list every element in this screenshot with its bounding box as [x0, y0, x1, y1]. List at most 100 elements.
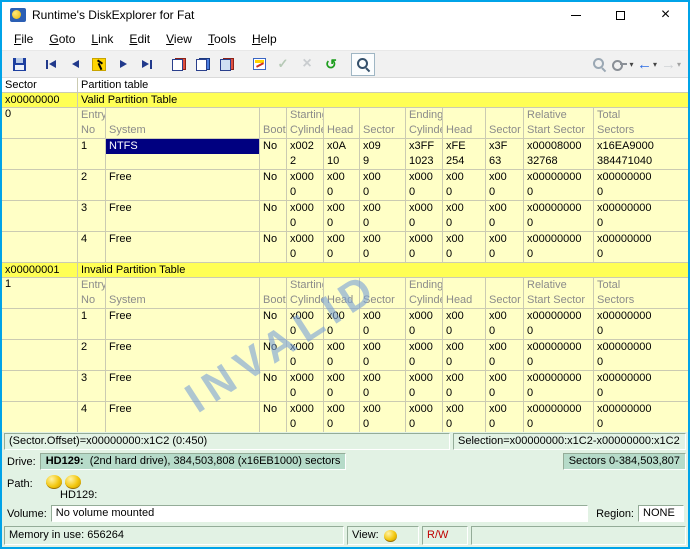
- copy-button[interactable]: [167, 53, 191, 76]
- end-cylinder-cell[interactable]: x0000: [406, 170, 443, 201]
- relative-start-sector-cell[interactable]: x0000800032768: [524, 139, 594, 170]
- system-cell[interactable]: Free: [106, 232, 260, 263]
- boot-cell[interactable]: No: [260, 232, 287, 263]
- save-button[interactable]: [7, 53, 31, 76]
- system-cell[interactable]: Free: [106, 201, 260, 232]
- dropdown-icon[interactable]: [629, 58, 633, 70]
- end-cylinder-cell[interactable]: x0000: [406, 402, 443, 432]
- section-sector-address[interactable]: x00000000: [2, 93, 78, 108]
- undo-button[interactable]: [319, 53, 343, 76]
- total-sectors-cell[interactable]: x000000000: [594, 371, 688, 402]
- key-button[interactable]: [611, 53, 635, 76]
- total-sectors-cell[interactable]: x000000000: [594, 170, 688, 201]
- entry-no-cell[interactable]: 2: [78, 340, 106, 371]
- end-sector-cell[interactable]: x000: [486, 201, 524, 232]
- prev-sector-button[interactable]: [63, 53, 87, 76]
- entry-no-cell[interactable]: 3: [78, 371, 106, 402]
- total-sectors-cell[interactable]: x000000000: [594, 340, 688, 371]
- end-sector-cell[interactable]: x000: [486, 402, 524, 432]
- end-sector-cell[interactable]: x000: [486, 309, 524, 340]
- start-sector-cell[interactable]: x000: [360, 371, 406, 402]
- end-head-cell[interactable]: x000: [443, 340, 486, 371]
- start-sector-cell[interactable]: x000: [360, 201, 406, 232]
- start-head-cell[interactable]: x000: [324, 232, 360, 263]
- write-from-file-button[interactable]: [215, 53, 239, 76]
- entry-no-cell[interactable]: 1: [78, 139, 106, 170]
- relative-start-sector-cell[interactable]: x000000000: [524, 309, 594, 340]
- relative-start-sector-cell[interactable]: x000000000: [524, 170, 594, 201]
- start-sector-cell[interactable]: x000: [360, 309, 406, 340]
- partition-table[interactable]: SectorPartition tablex00000000Valid Part…: [2, 78, 688, 432]
- first-sector-button[interactable]: [39, 53, 63, 76]
- menu-goto[interactable]: Goto: [41, 29, 83, 49]
- section-sector-address[interactable]: x00000001: [2, 263, 78, 278]
- section-title[interactable]: Valid Partition Table: [78, 93, 688, 108]
- start-cylinder-cell[interactable]: x0000: [287, 371, 324, 402]
- system-cell[interactable]: Free: [106, 309, 260, 340]
- end-sector-cell[interactable]: x000: [486, 232, 524, 263]
- total-sectors-cell[interactable]: x000000000: [594, 309, 688, 340]
- relative-start-sector-cell[interactable]: x000000000: [524, 340, 594, 371]
- boot-cell[interactable]: No: [260, 402, 287, 432]
- system-cell[interactable]: Free: [106, 340, 260, 371]
- total-sectors-cell[interactable]: x16EA9000384471040: [594, 139, 688, 170]
- end-head-cell[interactable]: x000: [443, 402, 486, 432]
- start-cylinder-cell[interactable]: x0000: [287, 309, 324, 340]
- relative-start-sector-cell[interactable]: x000000000: [524, 402, 594, 432]
- minimize-button[interactable]: [553, 2, 598, 28]
- menu-help[interactable]: Help: [244, 29, 285, 49]
- start-cylinder-cell[interactable]: x0000: [287, 340, 324, 371]
- close-button[interactable]: [643, 2, 688, 28]
- relative-start-sector-cell[interactable]: x000000000: [524, 371, 594, 402]
- menu-file[interactable]: File: [6, 29, 41, 49]
- start-sector-cell[interactable]: x099: [360, 139, 406, 170]
- start-head-cell[interactable]: x0A10: [324, 139, 360, 170]
- start-head-cell[interactable]: x000: [324, 201, 360, 232]
- boot-cell[interactable]: No: [260, 170, 287, 201]
- drive-icon[interactable]: [65, 475, 81, 489]
- start-head-cell[interactable]: x000: [324, 170, 360, 201]
- end-cylinder-cell[interactable]: x0000: [406, 201, 443, 232]
- menu-link[interactable]: Link: [83, 29, 121, 49]
- start-head-cell[interactable]: x000: [324, 309, 360, 340]
- start-sector-cell[interactable]: x000: [360, 232, 406, 263]
- entry-no-cell[interactable]: 4: [78, 402, 106, 432]
- end-cylinder-cell[interactable]: x0000: [406, 309, 443, 340]
- boot-cell[interactable]: No: [260, 139, 287, 170]
- total-sectors-cell[interactable]: x000000000: [594, 201, 688, 232]
- system-cell[interactable]: Free: [106, 170, 260, 201]
- menu-tools[interactable]: Tools: [200, 29, 244, 49]
- entry-no-cell[interactable]: 4: [78, 232, 106, 263]
- boot-cell[interactable]: No: [260, 201, 287, 232]
- start-cylinder-cell[interactable]: x0022: [287, 139, 324, 170]
- end-sector-cell[interactable]: x000: [486, 170, 524, 201]
- end-sector-cell[interactable]: x3F63: [486, 139, 524, 170]
- total-sectors-cell[interactable]: x000000000: [594, 402, 688, 432]
- drive-icon[interactable]: [46, 475, 62, 489]
- back-button[interactable]: [635, 53, 659, 76]
- boot-cell[interactable]: No: [260, 309, 287, 340]
- end-cylinder-cell[interactable]: x0000: [406, 232, 443, 263]
- copy-to-file-button[interactable]: [191, 53, 215, 76]
- system-cell[interactable]: NTFS: [106, 139, 260, 170]
- start-sector-cell[interactable]: x000: [360, 340, 406, 371]
- menu-edit[interactable]: Edit: [121, 29, 158, 49]
- section-title[interactable]: Invalid Partition Table: [78, 263, 688, 278]
- start-sector-cell[interactable]: x000: [360, 170, 406, 201]
- end-cylinder-cell[interactable]: x0000: [406, 371, 443, 402]
- preview-button[interactable]: [351, 53, 375, 76]
- system-cell[interactable]: Free: [106, 402, 260, 432]
- relative-start-sector-cell[interactable]: x000000000: [524, 232, 594, 263]
- end-head-cell[interactable]: x000: [443, 232, 486, 263]
- system-cell[interactable]: Free: [106, 371, 260, 402]
- menu-view[interactable]: View: [158, 29, 200, 49]
- boot-cell[interactable]: No: [260, 371, 287, 402]
- entry-no-cell[interactable]: 2: [78, 170, 106, 201]
- start-cylinder-cell[interactable]: x0000: [287, 170, 324, 201]
- total-sectors-cell[interactable]: x000000000: [594, 232, 688, 263]
- end-cylinder-cell[interactable]: x0000: [406, 340, 443, 371]
- start-cylinder-cell[interactable]: x0000: [287, 402, 324, 432]
- dropdown-icon[interactable]: [653, 58, 657, 70]
- end-head-cell[interactable]: xFE254: [443, 139, 486, 170]
- next-sector-button[interactable]: [111, 53, 135, 76]
